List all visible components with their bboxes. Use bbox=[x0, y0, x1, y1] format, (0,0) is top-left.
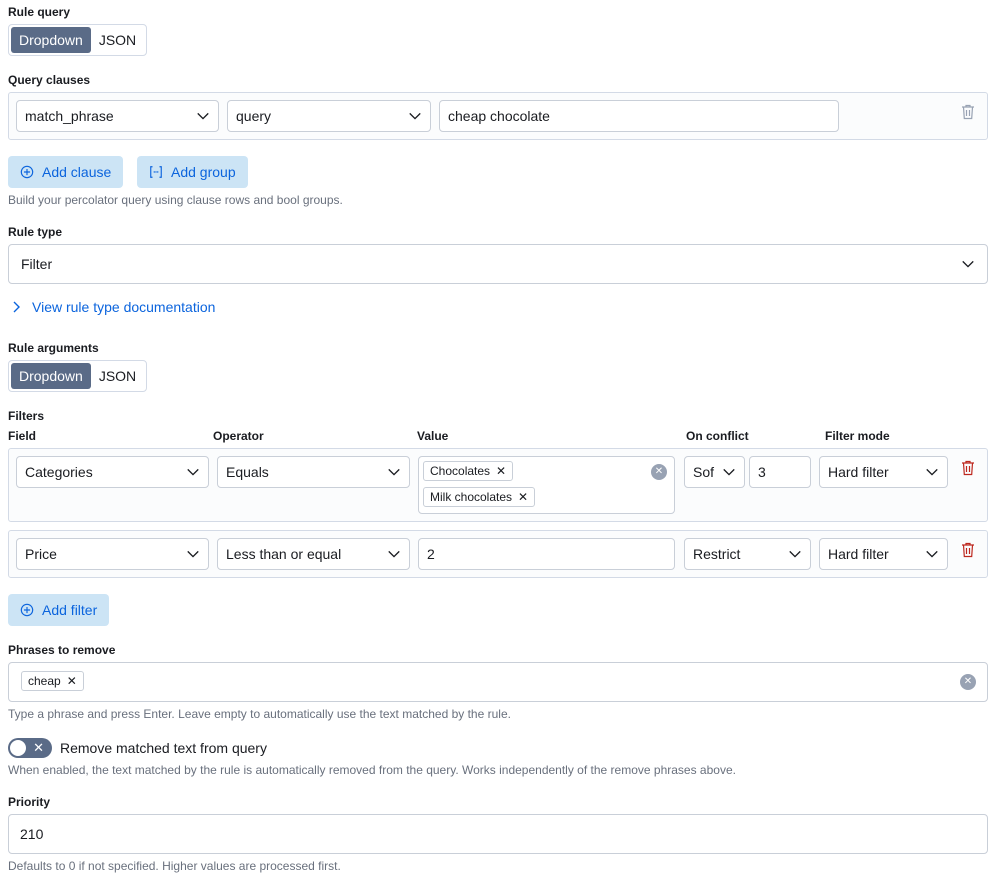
plus-circle-icon bbox=[20, 165, 34, 179]
filter-field-select[interactable]: Price bbox=[16, 538, 209, 570]
col-value: Value bbox=[417, 429, 449, 443]
remove-matched-toggle[interactable]: ✕ bbox=[8, 738, 52, 758]
close-icon[interactable]: ✕ bbox=[496, 464, 506, 478]
filter-mode-select[interactable]: Hard filter bbox=[819, 456, 948, 488]
add-clause-label: Add clause bbox=[42, 164, 112, 180]
chevron-down-icon bbox=[388, 468, 400, 476]
col-on-conflict: On conflict bbox=[686, 429, 749, 443]
close-icon[interactable]: ✕ bbox=[67, 674, 77, 688]
col-operator: Operator bbox=[213, 429, 264, 443]
clause-type-select[interactable]: match_phrase bbox=[16, 100, 219, 132]
filter-conflict-value: Restrict bbox=[693, 546, 741, 562]
chevron-down-icon bbox=[388, 550, 400, 558]
query-clauses-label: Query clauses bbox=[8, 73, 91, 87]
rule-type-doc-label: View rule type documentation bbox=[32, 299, 216, 315]
rule-type-doc-link[interactable]: View rule type documentation bbox=[12, 299, 215, 315]
clear-icon[interactable]: ✕ bbox=[651, 464, 667, 480]
rule-query-mode-toggle: Dropdown JSON bbox=[8, 24, 148, 56]
value-chip: Milk chocolates ✕ bbox=[423, 487, 536, 507]
rule-arguments-label: Rule arguments bbox=[8, 341, 99, 355]
add-filter-label: Add filter bbox=[42, 602, 98, 618]
filters-label: Filters bbox=[8, 409, 45, 423]
rule-arguments-dropdown-mode[interactable]: Dropdown bbox=[11, 363, 91, 389]
remove-matched-label: Remove matched text from query bbox=[60, 740, 267, 756]
filter-conflict-value: Sof bbox=[693, 464, 715, 480]
query-clauses-help: Build your percolator query using clause… bbox=[8, 193, 343, 207]
filter-field-value: Price bbox=[25, 546, 57, 562]
close-icon[interactable]: ✕ bbox=[518, 490, 528, 504]
phrase-chip: cheap ✕ bbox=[21, 671, 84, 691]
col-field: Field bbox=[8, 429, 37, 443]
add-group-label: Add group bbox=[171, 164, 236, 180]
rule-arguments-mode-toggle: Dropdown JSON bbox=[8, 360, 148, 392]
brackets-icon bbox=[150, 166, 162, 178]
phrases-help: Type a phrase and press Enter. Leave emp… bbox=[8, 707, 511, 721]
filter-conflict-select[interactable]: Restrict bbox=[684, 538, 811, 570]
plus-circle-icon bbox=[20, 603, 34, 617]
filter-operator-value: Less than or equal bbox=[226, 546, 342, 562]
add-filter-button[interactable]: Add filter bbox=[8, 594, 110, 626]
priority-input[interactable]: 210 bbox=[8, 814, 988, 854]
priority-label: Priority bbox=[8, 795, 51, 809]
remove-matched-help: When enabled, the text matched by the ru… bbox=[8, 763, 736, 777]
filter-operator-select[interactable]: Equals bbox=[217, 456, 410, 488]
chevron-down-icon bbox=[926, 550, 938, 558]
filter-field-value: Categories bbox=[25, 464, 93, 480]
chevron-down-icon bbox=[789, 550, 801, 558]
clause-field-select[interactable]: query bbox=[227, 100, 431, 132]
chevron-down-icon bbox=[197, 112, 209, 120]
col-filter-mode: Filter mode bbox=[825, 429, 890, 443]
trash-icon[interactable] bbox=[961, 104, 975, 120]
filter-mode-select[interactable]: Hard filter bbox=[819, 538, 948, 570]
phrases-combobox[interactable] bbox=[8, 662, 988, 702]
value-chip: Chocolates ✕ bbox=[423, 461, 514, 481]
chevron-down-icon bbox=[723, 468, 735, 476]
rule-arguments-json-mode[interactable]: JSON bbox=[91, 363, 144, 389]
rule-query-json-mode[interactable]: JSON bbox=[91, 27, 144, 53]
chevron-down-icon bbox=[187, 550, 199, 558]
filter-conflict-select[interactable]: Sof bbox=[684, 456, 745, 488]
filter-value-input[interactable]: 2 bbox=[418, 538, 675, 570]
rule-query-label: Rule query bbox=[8, 5, 71, 19]
close-icon: ✕ bbox=[33, 740, 44, 755]
chevron-right-icon bbox=[13, 301, 20, 313]
filter-operator-value: Equals bbox=[226, 464, 269, 480]
clause-type-value: match_phrase bbox=[25, 108, 114, 124]
phrase-chip-label: cheap bbox=[28, 674, 61, 688]
rule-type-value: Filter bbox=[21, 256, 53, 272]
filter-conflict-number[interactable]: 3 bbox=[749, 456, 811, 488]
rule-query-dropdown-mode[interactable]: Dropdown bbox=[11, 27, 91, 53]
chevron-down-icon bbox=[187, 468, 199, 476]
filter-field-select[interactable]: Categories bbox=[16, 456, 209, 488]
value-chip-label: Chocolates bbox=[430, 464, 491, 478]
priority-help: Defaults to 0 if not specified. Higher v… bbox=[8, 859, 341, 873]
value-chip-label: Milk chocolates bbox=[430, 490, 513, 504]
trash-icon[interactable] bbox=[961, 460, 975, 476]
filter-mode-value: Hard filter bbox=[828, 546, 889, 562]
chevron-down-icon bbox=[962, 260, 974, 268]
chevron-down-icon bbox=[409, 112, 421, 120]
chevron-down-icon bbox=[926, 468, 938, 476]
clause-value-input[interactable]: cheap chocolate bbox=[439, 100, 839, 132]
toggle-knob bbox=[9, 739, 27, 757]
add-group-button[interactable]: Add group bbox=[137, 156, 248, 188]
rule-type-label: Rule type bbox=[8, 225, 63, 239]
filter-mode-value: Hard filter bbox=[828, 464, 889, 480]
filter-operator-select[interactable]: Less than or equal bbox=[217, 538, 410, 570]
trash-icon[interactable] bbox=[961, 542, 975, 558]
clause-field-value: query bbox=[236, 108, 272, 124]
rule-type-select[interactable]: Filter bbox=[8, 244, 988, 284]
phrases-label: Phrases to remove bbox=[8, 643, 116, 657]
add-clause-button[interactable]: Add clause bbox=[8, 156, 124, 188]
clear-icon[interactable]: ✕ bbox=[960, 674, 976, 690]
